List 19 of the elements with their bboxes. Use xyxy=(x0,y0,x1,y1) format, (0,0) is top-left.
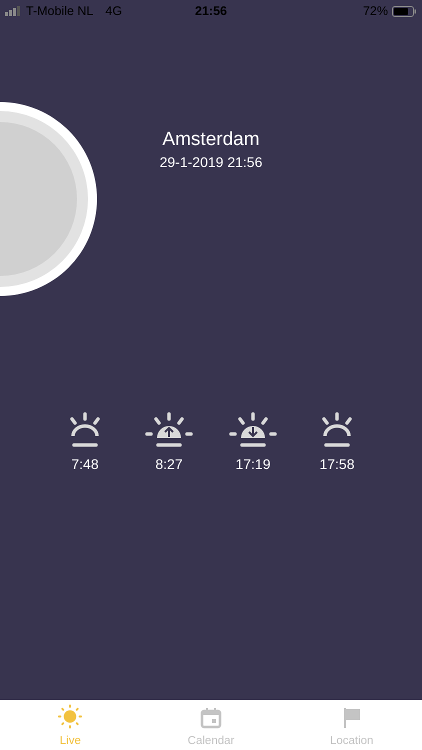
tab[interactable]: Location xyxy=(281,700,422,750)
event-time: 7:48 xyxy=(71,456,99,472)
battery-icon xyxy=(392,6,417,16)
city-name: Amsterdam xyxy=(162,129,260,151)
sun-icon xyxy=(57,704,84,729)
tab[interactable]: Calendar xyxy=(140,700,282,750)
date-time: 29-1-2019 21:56 xyxy=(160,154,262,170)
network-type: 4G xyxy=(105,4,122,18)
event-time: 17:58 xyxy=(319,456,355,472)
tab[interactable]: Live xyxy=(0,700,141,750)
sunset-icon xyxy=(228,412,278,448)
calendar-icon xyxy=(200,707,222,729)
sunrise-icon xyxy=(144,412,194,448)
carrier-name: T-Mobile NL xyxy=(26,4,94,18)
event-time: 17:19 xyxy=(235,456,271,472)
battery-percentage: 72% xyxy=(362,4,388,18)
clock: 21:56 xyxy=(195,4,227,18)
event-time: 8:27 xyxy=(155,456,183,472)
signal-icon xyxy=(5,6,22,16)
